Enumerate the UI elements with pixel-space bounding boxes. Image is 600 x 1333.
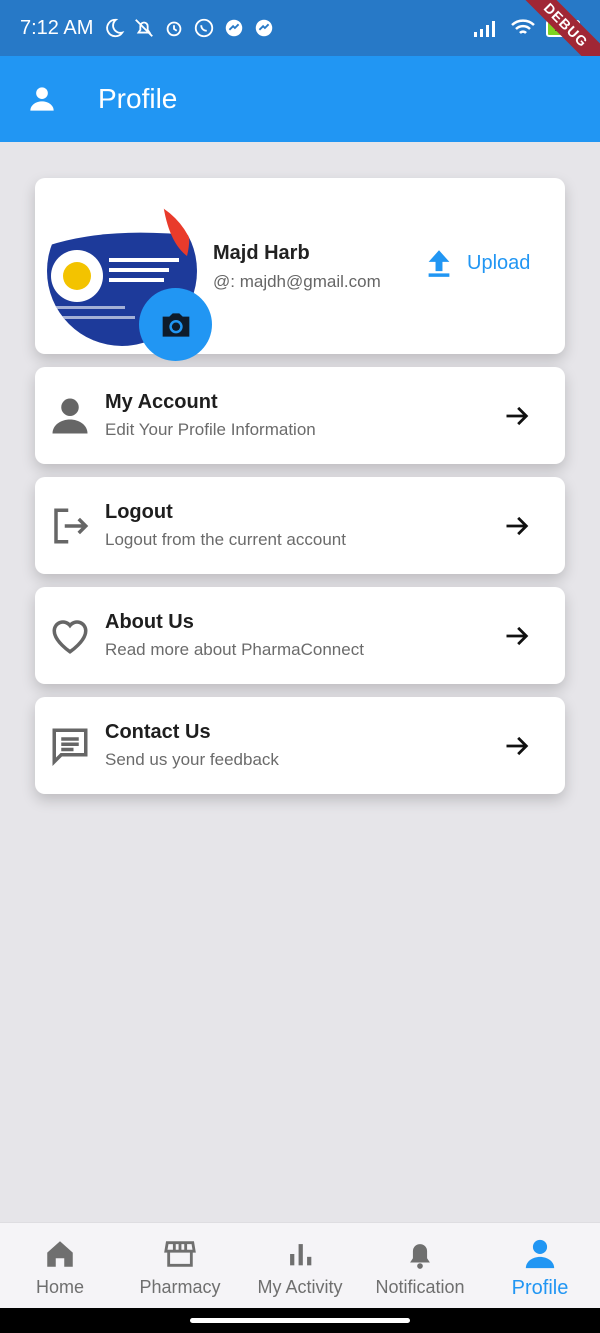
upload-icon [428, 250, 450, 277]
nav-item-home[interactable]: Home [0, 1223, 120, 1308]
user-name: Majd Harb [213, 242, 310, 264]
menu-item-my-account[interactable]: My Account Edit Your Profile Information [35, 367, 565, 464]
arrow-right-icon [506, 516, 529, 536]
menu-subtitle: Send us your feedback [105, 750, 279, 769]
menu-title: About Us [105, 611, 194, 633]
home-icon [47, 1241, 73, 1267]
camera-icon [162, 312, 189, 337]
arrow-right-icon [506, 736, 529, 756]
person-icon [30, 87, 54, 111]
moon-icon [106, 18, 125, 38]
whatsapp-icon [195, 18, 214, 38]
nav-item-pharmacy[interactable]: Pharmacy [120, 1223, 240, 1308]
nav-label: Notification [375, 1277, 465, 1297]
bar-chart-icon [290, 1244, 312, 1266]
person-icon [52, 398, 88, 434]
nav-item-profile[interactable]: Profile [480, 1223, 600, 1308]
user-email: @: majdh@gmail.com [213, 272, 381, 291]
gesture-bar [0, 1308, 600, 1333]
nav-label: Pharmacy [139, 1277, 221, 1297]
alarm-icon [167, 21, 182, 37]
menu-title: Contact Us [105, 721, 211, 743]
menu-subtitle: Logout from the current account [105, 530, 346, 549]
bottom-navigation: Home Pharmacy My Activity Notification P… [0, 1222, 600, 1308]
heart-icon [52, 620, 88, 654]
nav-label: Home [35, 1277, 84, 1297]
messenger-icon [256, 19, 273, 37]
home-gesture-handle[interactable] [190, 1318, 410, 1323]
person-icon [525, 1239, 555, 1269]
menu-title: My Account [105, 391, 218, 413]
upload-button[interactable]: Upload [425, 248, 530, 278]
nav-label: My Activity [257, 1277, 343, 1297]
arrow-right-icon [506, 406, 529, 426]
app-bar: Profile [0, 56, 600, 142]
feedback-icon [52, 728, 88, 766]
nav-item-notification[interactable]: Notification [360, 1223, 480, 1308]
menu-item-about-us[interactable]: About Us Read more about PharmaConnect [35, 587, 565, 684]
status-time: 7:12 AM [20, 16, 94, 39]
menu-subtitle: Edit Your Profile Information [105, 420, 316, 439]
avatar-container: 3 [47, 196, 212, 361]
bell-off-icon [135, 19, 154, 37]
logout-icon [54, 508, 89, 544]
menu-subtitle: Read more about PharmaConnect [105, 640, 364, 659]
upload-label: Upload [467, 251, 531, 274]
bell-icon [410, 1244, 430, 1269]
page-title: Profile [98, 83, 178, 114]
nav-label: Profile [511, 1277, 569, 1299]
status-bar: 7:12 AM 100 DEBUG [0, 0, 600, 83]
menu-item-contact-us[interactable]: Contact Us Send us your feedback [35, 697, 565, 794]
wifi-icon [511, 19, 535, 34]
arrow-right-icon [506, 626, 529, 646]
messenger-icon [226, 19, 243, 37]
change-photo-button[interactable] [139, 288, 212, 361]
status-notification-icons [103, 17, 275, 39]
signal-icon [474, 21, 495, 37]
svg-text:3: 3 [55, 201, 64, 218]
profile-card: 3 Majd Harb @: majdh@gmail.com Upload [35, 178, 565, 361]
menu-title: Logout [105, 501, 173, 523]
nav-item-my-activity[interactable]: My Activity [240, 1223, 360, 1308]
menu-item-logout[interactable]: Logout Logout from the current account [35, 477, 565, 574]
store-icon [164, 1241, 196, 1267]
